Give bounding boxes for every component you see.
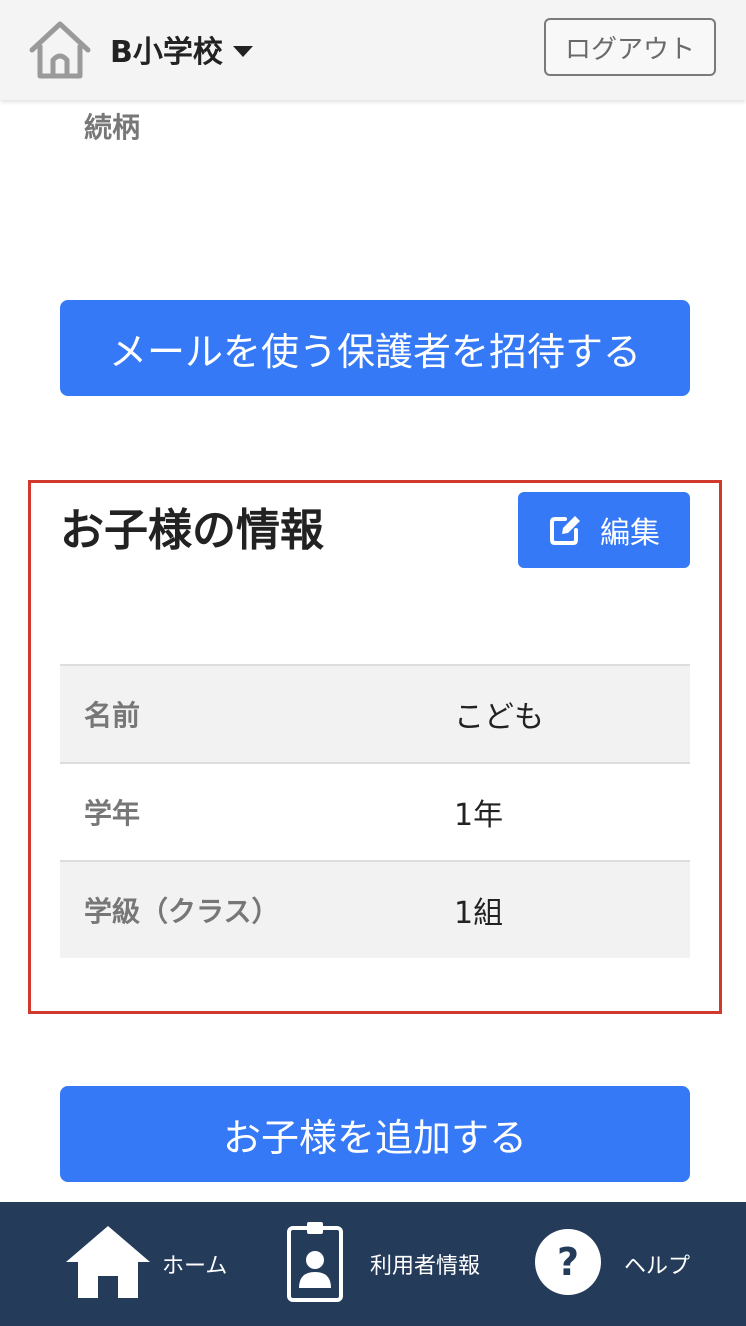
row-value: 1年 — [454, 798, 504, 833]
school-name: B小学校 — [110, 35, 223, 70]
row-label: 学級（クラス） — [84, 895, 280, 928]
child-info-table: 名前 こども 学年 1年 学級（クラス） 1組 — [60, 664, 690, 958]
row-label: 学年 — [84, 797, 141, 830]
invite-guardian-button[interactable]: メールを使う保護者を招待する — [60, 300, 690, 396]
school-selector[interactable]: B小学校 — [110, 26, 253, 72]
row-label: 名前 — [84, 699, 141, 732]
home-icon — [64, 1224, 152, 1304]
table-row: 学級（クラス） 1組 — [60, 862, 690, 958]
app-header: B小学校 ログアウト — [0, 0, 746, 100]
logout-button[interactable]: ログアウト — [544, 18, 716, 76]
row-value: 1組 — [454, 896, 504, 931]
add-child-button[interactable]: お子様を追加する — [60, 1086, 690, 1182]
id-badge-icon — [286, 1220, 344, 1308]
svg-text:?: ? — [557, 1240, 579, 1284]
children-section-title: お子様の情報 — [60, 505, 324, 556]
caret-down-icon — [232, 45, 253, 57]
relationship-label: 続柄 — [84, 111, 141, 144]
home-icon[interactable] — [28, 18, 92, 80]
nav-item-help[interactable]: ? ヘルプ — [534, 1202, 690, 1326]
edit-icon — [548, 513, 582, 547]
nav-label: ヘルプ — [624, 1254, 691, 1279]
edit-label: 編集 — [600, 516, 660, 551]
nav-item-home[interactable]: ホーム — [64, 1202, 227, 1326]
row-value: こども — [454, 700, 544, 735]
nav-label: 利用者情報 — [370, 1254, 481, 1279]
bottom-nav: ホーム 利用者情報 ? ヘルプ — [0, 1202, 746, 1326]
table-row: 学年 1年 — [60, 764, 690, 862]
help-icon: ? — [534, 1228, 602, 1300]
nav-label: ホーム — [162, 1254, 228, 1279]
nav-item-user-info[interactable]: 利用者情報 — [286, 1202, 480, 1326]
table-row: 名前 こども — [60, 666, 690, 764]
edit-button[interactable]: 編集 — [518, 492, 690, 568]
page: B小学校 ログアウト 続柄 メールを使う保護者を招待する お子様の情報 編集 名… — [0, 0, 746, 1326]
